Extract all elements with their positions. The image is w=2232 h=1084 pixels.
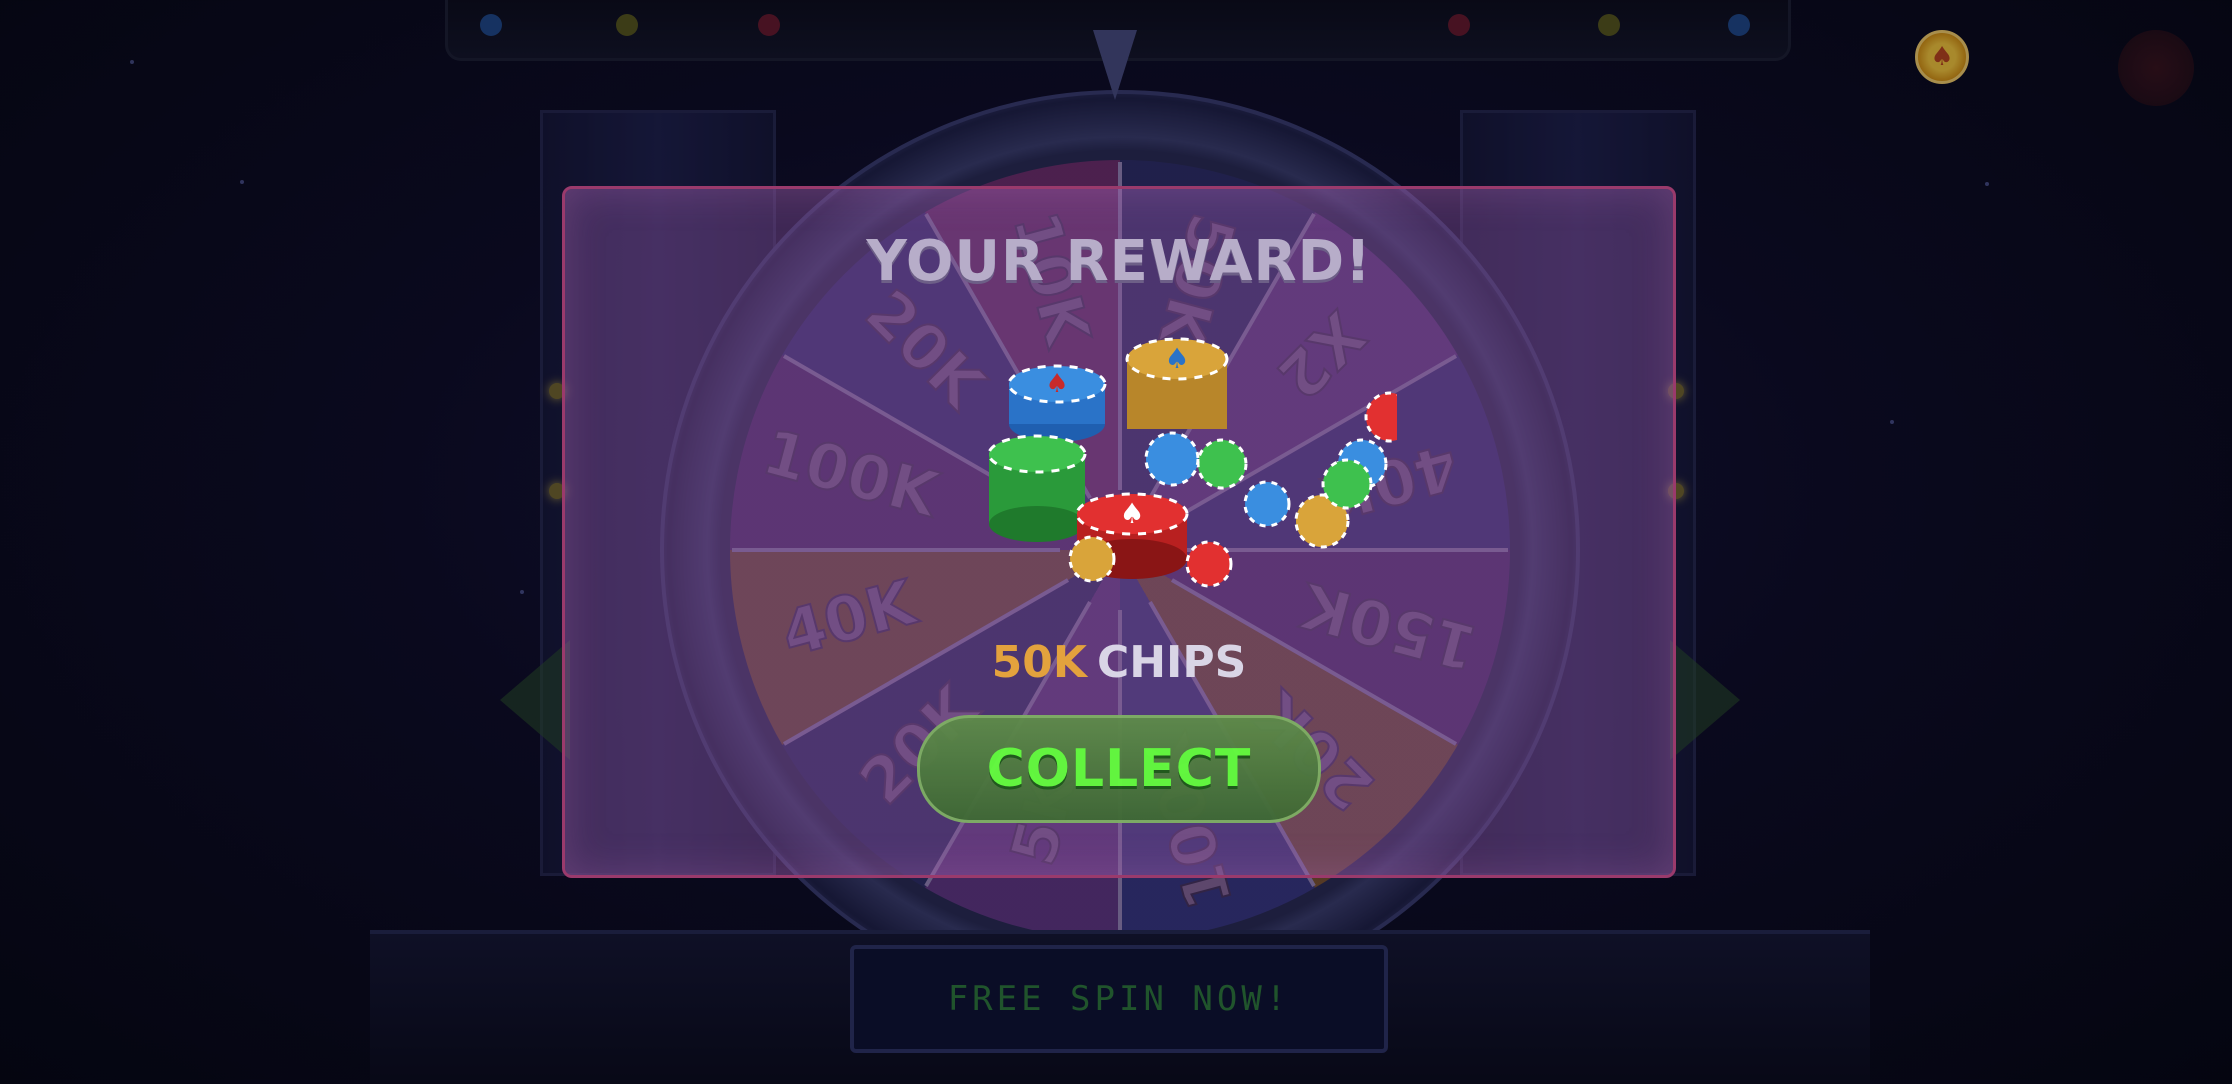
green-chip: [1196, 438, 1248, 490]
svg-text:♠: ♠: [1045, 369, 1068, 399]
reward-amount-value: 50K: [991, 637, 1087, 688]
svg-text:♠: ♠: [1119, 497, 1144, 530]
reward-panel: YOUR REWARD! ♠ ♠ ♠ 50K CHIPS COLLECT: [562, 186, 1676, 878]
svg-text:♠: ♠: [1164, 342, 1189, 375]
green-chip-stack: [987, 434, 1087, 542]
reward-amount-unit: CHIPS: [1096, 637, 1247, 688]
chip-stack-icon: ♠ ♠ ♠: [987, 337, 1397, 588]
red-chip: [1185, 540, 1233, 588]
reward-title: YOUR REWARD!: [866, 229, 1372, 294]
blue-chip: [1243, 480, 1291, 528]
collect-button[interactable]: COLLECT: [917, 715, 1321, 823]
green-chip: [1321, 458, 1373, 510]
reward-amount: 50K CHIPS: [565, 637, 1673, 688]
red-chip: [1364, 391, 1397, 443]
gold-chip: [1068, 535, 1116, 583]
gold-chip-stack: ♠: [1125, 337, 1229, 429]
blue-chip-stack: ♠: [1007, 364, 1107, 442]
blue-chip: [1144, 431, 1200, 487]
